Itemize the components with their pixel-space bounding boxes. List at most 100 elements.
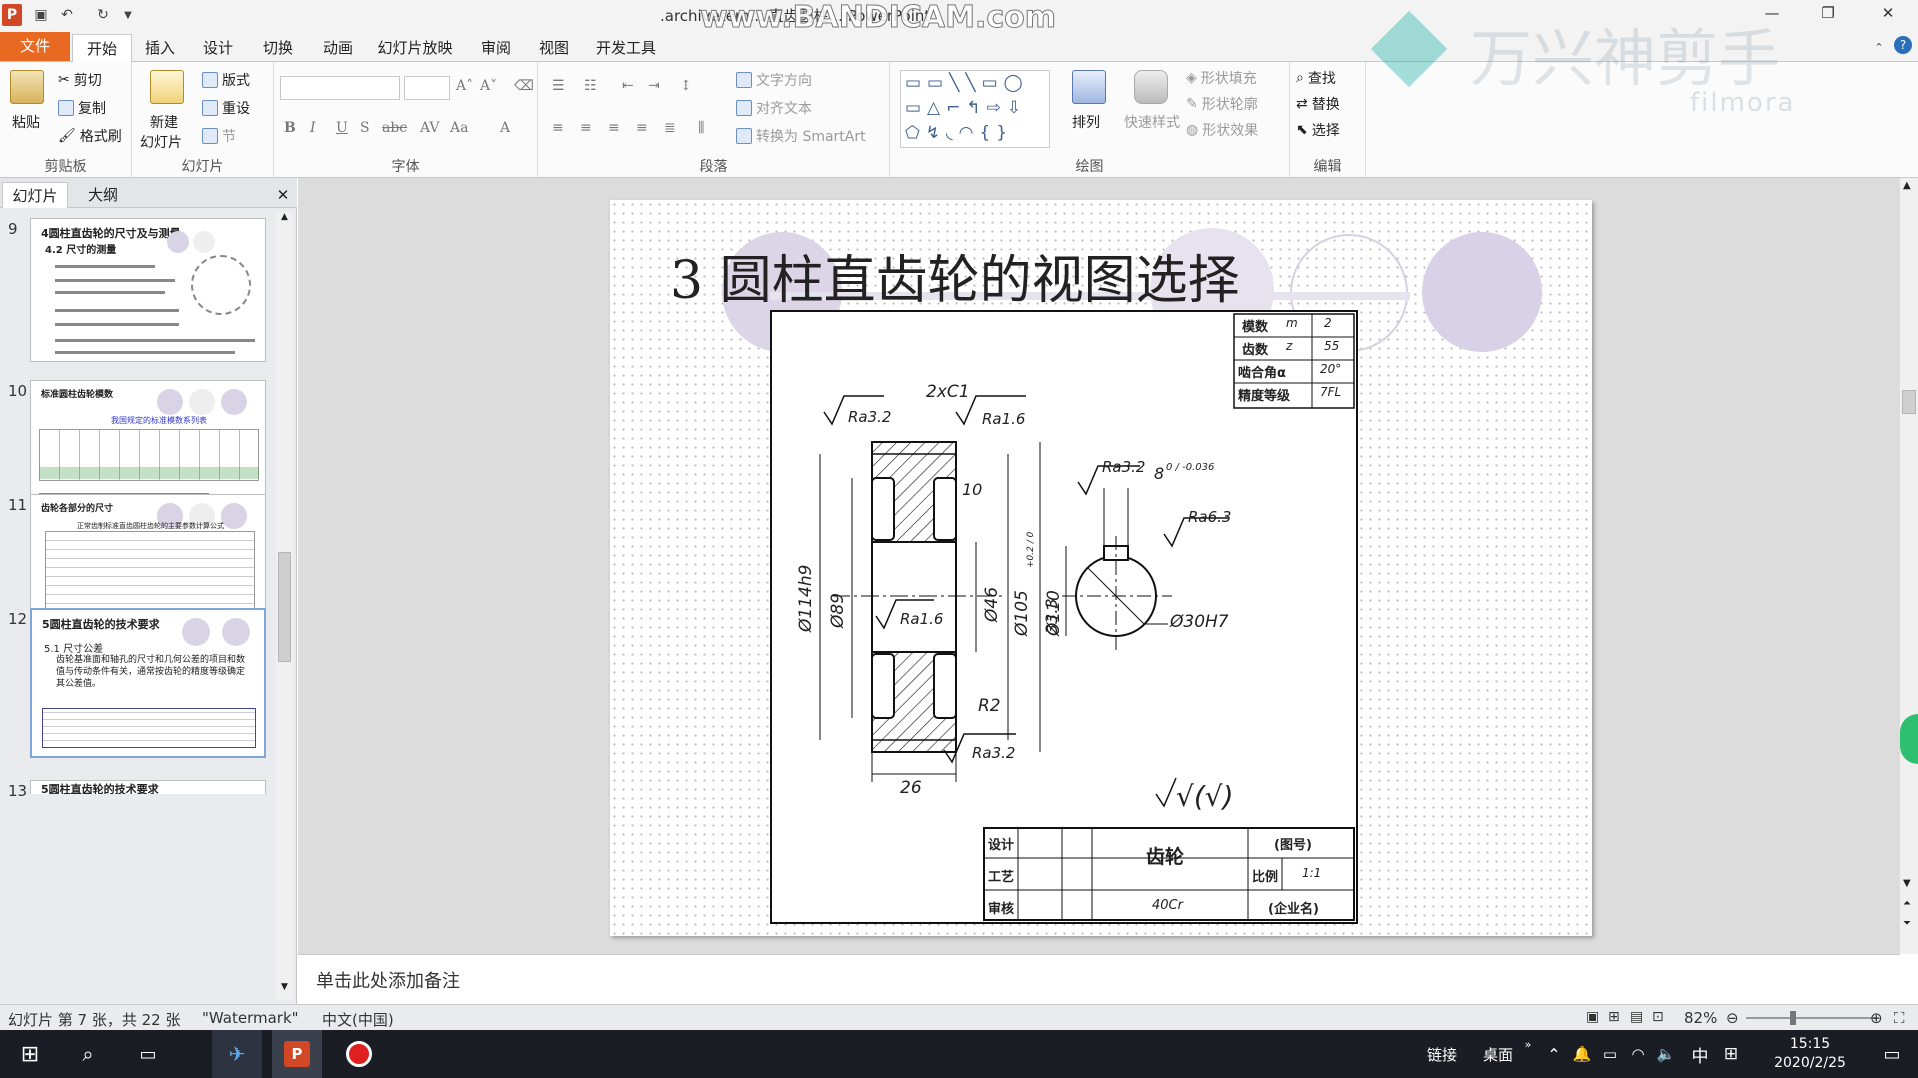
distributed-icon[interactable]: ≣ [664, 120, 676, 136]
italic-icon[interactable]: I [310, 120, 316, 136]
shape-fill-button[interactable]: ◈ 形状填充 [1186, 68, 1257, 88]
increase-indent-icon[interactable]: ⇥ [648, 78, 660, 94]
next-slide-icon[interactable]: ⏷ [1903, 918, 1911, 929]
slide-scrollbar[interactable]: ▲ ▼ ⏶ ⏷ [1900, 178, 1918, 954]
language-status[interactable]: 中文(中国) [322, 1009, 394, 1030]
paste-icon[interactable] [10, 70, 44, 104]
align-right-icon[interactable]: ≡ [608, 120, 620, 136]
tab-home[interactable]: 开始 [72, 34, 132, 63]
task-view-icon[interactable]: ▭ [126, 1030, 170, 1078]
tray-overflow-icon[interactable]: ⌃ [1542, 1030, 1566, 1078]
zoom-slider-thumb[interactable] [1790, 1011, 1796, 1025]
find-button[interactable]: ⌕ 查找 [1296, 68, 1336, 88]
slide-canvas[interactable]: 3 圆柱直齿轮的视图选择 模数 m 2 齿数 z 55 啮合角α 20° 精度等… [610, 200, 1592, 936]
select-button[interactable]: ⬉ 选择 [1296, 120, 1340, 140]
tab-animations[interactable]: 动画 [312, 34, 364, 62]
reading-view-icon[interactable]: ▤ [1630, 1009, 1643, 1025]
tab-view[interactable]: 视图 [528, 34, 580, 62]
restore-icon[interactable]: ❐ [1812, 4, 1844, 26]
taskbar-link[interactable]: 链接 [1424, 1030, 1460, 1078]
taskbar-desktop[interactable]: 桌面 [1480, 1030, 1516, 1078]
new-slide-icon[interactable] [150, 70, 184, 104]
zoom-out-icon[interactable]: ⊖ [1726, 1009, 1739, 1027]
scroll-down-icon[interactable]: ▼ [278, 982, 291, 996]
justify-icon[interactable]: ≡ [636, 120, 648, 136]
windows-start-icon[interactable]: ⊞ [8, 1030, 52, 1078]
slide-thumbnail-13[interactable]: 5圆柱直齿轮的技术要求 [30, 780, 266, 794]
shape-outline-button[interactable]: ✎ 形状轮廓 [1186, 94, 1258, 114]
cut-button[interactable]: ✂ 剪切 [58, 70, 102, 90]
align-center-icon[interactable]: ≡ [580, 120, 592, 136]
customize-toolbar-icon[interactable]: ▼ [120, 4, 136, 26]
zoom-in-icon[interactable]: ⊕ [1870, 1009, 1883, 1027]
underline-icon[interactable]: U [336, 120, 348, 136]
slide-thumbnail-9[interactable]: 4圆柱直齿轮的尺寸及与测量 4.2 尺寸的测量 [30, 218, 266, 362]
tab-file[interactable]: 文件 [0, 32, 70, 61]
slide-thumbnail-12[interactable]: 5圆柱直齿轮的技术要求 5.1 尺寸公差 齿轮基准面和轴孔的尺寸和几何公差的项目… [30, 608, 266, 758]
help-icon[interactable]: ? [1894, 36, 1912, 54]
change-case-icon[interactable]: Aa [450, 120, 468, 136]
align-text-button[interactable]: 对齐文本 [736, 98, 812, 118]
scroll-down-icon[interactable]: ▼ [1903, 878, 1911, 889]
new-slide-button[interactable]: 新建 [150, 112, 178, 132]
font-size-combo[interactable] [404, 76, 450, 100]
arrange-button[interactable]: 排列 [1072, 112, 1100, 132]
shrink-font-icon[interactable]: A˅ [480, 78, 497, 94]
slide-title[interactable]: 3 圆柱直齿轮的视图选择 [670, 238, 1240, 313]
undo-icon[interactable]: ↶ [56, 4, 78, 26]
tab-developer[interactable]: 开发工具 [590, 34, 662, 62]
toolbar-expand-icon[interactable]: » [1520, 1020, 1536, 1068]
paste-button[interactable]: 粘贴 [12, 112, 40, 132]
shape-effects-button[interactable]: ◍ 形状效果 [1186, 120, 1258, 140]
scroll-up-icon[interactable]: ▲ [278, 212, 291, 226]
notes-placeholder[interactable]: 单击此处添加备注 [316, 967, 460, 993]
new-slide-dropdown[interactable]: 幻灯片 [140, 132, 182, 152]
replace-button[interactable]: ⇄ 替换 [1296, 94, 1340, 114]
ime-mode-icon[interactable]: ⊞ [1718, 1030, 1744, 1078]
grow-font-icon[interactable]: A˄ [456, 78, 473, 94]
close-pane-icon[interactable]: ✕ [272, 182, 294, 208]
section-button[interactable]: 节 [202, 126, 236, 146]
bullets-icon[interactable]: ☰ [552, 78, 565, 94]
tab-outline[interactable]: 大纲 [70, 182, 136, 208]
fit-window-icon[interactable]: ⛶ [1894, 1009, 1905, 1027]
close-icon[interactable]: ✕ [1872, 4, 1904, 26]
battery-icon[interactable]: ▭ [1598, 1030, 1622, 1078]
tab-transitions[interactable]: 切换 [252, 34, 304, 62]
ime-indicator[interactable]: 中 [1688, 1030, 1712, 1078]
reset-button[interactable]: 重设 [202, 98, 250, 118]
text-direction-button[interactable]: 文字方向 [736, 70, 812, 90]
taskbar-recorder[interactable] [334, 1030, 384, 1078]
scroll-thumb[interactable] [1902, 390, 1916, 414]
normal-view-icon[interactable]: ▣ [1586, 1009, 1599, 1025]
shapes-gallery[interactable]: ▭▭╲╲▭◯ ▭△⌐↰⇨⇩ ⬠↯◟◠{} [900, 70, 1050, 148]
line-spacing-icon[interactable]: ↕ [680, 78, 692, 94]
decrease-indent-icon[interactable]: ⇤ [622, 78, 634, 94]
char-spacing-icon[interactable]: AV [420, 120, 440, 136]
app-bird-icon[interactable]: ✈ [212, 1030, 262, 1078]
volume-icon[interactable]: 🔈 [1654, 1030, 1678, 1078]
smartart-button[interactable]: 转换为 SmartArt [736, 126, 866, 146]
tab-slides[interactable]: 幻灯片 [2, 182, 68, 208]
taskbar-powerpoint[interactable]: P [272, 1030, 322, 1078]
notes-pane[interactable]: 单击此处添加备注 [298, 954, 1900, 1004]
scroll-thumb[interactable] [278, 552, 291, 662]
floating-assist-badge[interactable] [1900, 714, 1918, 764]
thumbnail-scrollbar[interactable]: ▲ ▼ [276, 212, 293, 1000]
tab-design[interactable]: 设计 [192, 34, 244, 62]
tab-slideshow[interactable]: 幻灯片放映 [372, 34, 458, 62]
shadow-icon[interactable]: S [360, 120, 370, 136]
align-left-icon[interactable]: ≡ [552, 120, 564, 136]
clear-format-icon[interactable]: ⌫ [514, 78, 534, 94]
slide-sorter-icon[interactable]: ⊞ [1608, 1009, 1620, 1025]
search-icon[interactable]: ⌕ [66, 1030, 110, 1078]
zoom-level[interactable]: 82% [1684, 1009, 1717, 1027]
font-color-icon[interactable]: A [500, 120, 510, 136]
tab-review[interactable]: 审阅 [470, 34, 522, 62]
clock[interactable]: 15:15 2020/2/25 [1760, 1030, 1860, 1078]
action-center-icon[interactable]: ▭ [1872, 1030, 1912, 1078]
copy-button[interactable]: 复制 [58, 98, 106, 118]
gear-engineering-drawing[interactable]: 模数 m 2 齿数 z 55 啮合角α 20° 精度等级 7FL 2xC1 Ra… [770, 310, 1358, 924]
bold-icon[interactable]: B [284, 120, 296, 136]
quick-styles-button[interactable]: 快速样式 [1124, 112, 1180, 132]
